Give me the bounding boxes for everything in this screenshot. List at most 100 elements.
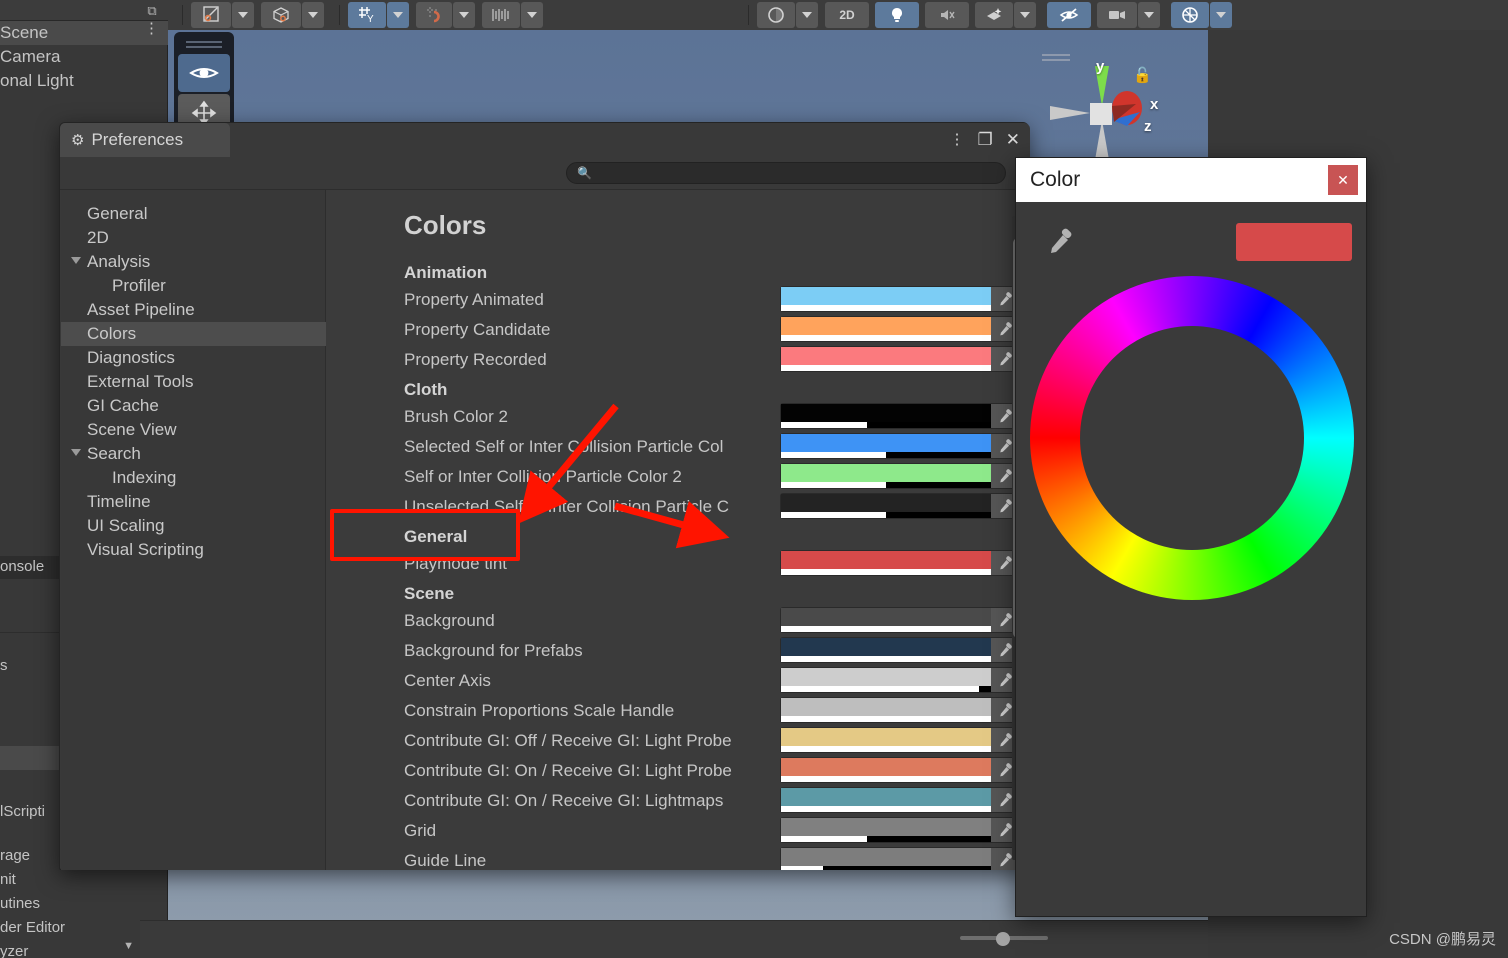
hue-wheel[interactable] [1030, 276, 1354, 600]
camera-settings[interactable] [1097, 2, 1137, 28]
sidebar-item-gi-cache[interactable]: GI Cache [61, 394, 326, 418]
hierarchy-item-scene[interactable]: Scene [0, 21, 168, 45]
sidebar-item-external-tools[interactable]: External Tools [61, 370, 326, 394]
sidebar-item-profiler[interactable]: Profiler [61, 274, 326, 298]
color-field[interactable] [780, 286, 1020, 312]
color-field[interactable] [780, 403, 1020, 429]
color-swatch[interactable] [781, 551, 992, 575]
sidebar-item-colors[interactable]: Colors [61, 322, 326, 346]
color-field[interactable] [780, 346, 1020, 372]
scene-fx-toggle[interactable] [975, 2, 1013, 28]
color-swatch[interactable] [781, 668, 992, 692]
sidebar-item-visual-scripting[interactable]: Visual Scripting [61, 538, 326, 562]
grid-snap-y-tool[interactable]: Y [348, 2, 386, 28]
increment-snap-tool[interactable] [482, 2, 520, 28]
sidebar-item-timeline[interactable]: Timeline [61, 490, 326, 514]
search-input[interactable]: 🔍 [566, 162, 1006, 184]
overlay-grip[interactable] [186, 41, 222, 43]
color-picker-window: Color ✕ RGB 0-255 R214G74B74A255 Hexadec… [1015, 157, 1367, 917]
pivot-rotation-tool[interactable] [191, 2, 231, 28]
scene-shading-dropdown[interactable] [796, 2, 818, 28]
list-item[interactable]: yzer [0, 940, 140, 958]
color-swatch[interactable] [781, 608, 992, 632]
tab-preferences[interactable]: ⚙ Preferences [60, 123, 230, 157]
color-swatch[interactable] [781, 818, 992, 842]
scene-fx-dropdown[interactable] [1014, 2, 1036, 28]
toggle-2d-view[interactable]: 2D [825, 2, 869, 28]
color-field[interactable] [780, 787, 1020, 813]
color-swatch[interactable] [781, 494, 992, 518]
color-field[interactable] [780, 550, 1020, 576]
handle-orientation-dropdown[interactable] [302, 2, 324, 28]
hierarchy-item-directional-light[interactable]: onal Light [0, 69, 168, 93]
list-item[interactable]: utines [0, 892, 140, 916]
zoom-slider-knob[interactable] [996, 932, 1010, 946]
magnet-snap-dropdown[interactable] [453, 2, 475, 28]
color-field[interactable] [780, 433, 1020, 459]
expand-icon[interactable]: ⧉ [142, 3, 162, 19]
sidebar-item-asset-pipeline[interactable]: Asset Pipeline [61, 298, 326, 322]
hierarchy-kebab-icon[interactable]: ⋮ [144, 21, 159, 36]
scene-audio-toggle[interactable] [925, 2, 969, 28]
list-item[interactable]: der Editor [0, 916, 140, 940]
color-swatch[interactable] [781, 434, 992, 458]
hierarchy-item-camera[interactable]: Camera [0, 45, 168, 69]
lock-icon[interactable]: 🔓 [1133, 66, 1152, 84]
color-field[interactable] [780, 316, 1020, 342]
color-field[interactable] [780, 757, 1020, 783]
sidebar-item-diagnostics[interactable]: Diagnostics [61, 346, 326, 370]
color-field[interactable] [780, 463, 1020, 489]
color-field[interactable] [780, 607, 1020, 633]
color-swatch[interactable] [781, 758, 992, 782]
sidebar-item-scene-view[interactable]: Scene View [61, 418, 326, 442]
color-swatch[interactable] [781, 347, 992, 371]
sidebar-item-search[interactable]: Search [61, 442, 326, 466]
grid-snap-dropdown[interactable] [387, 2, 409, 28]
scene-shading-tool[interactable] [757, 2, 795, 28]
gizmo-axis-y: y [1096, 58, 1105, 75]
color-swatch[interactable] [781, 788, 992, 812]
color-field[interactable] [780, 817, 1020, 843]
color-swatch[interactable] [781, 464, 992, 488]
console-tab[interactable]: onsole [0, 556, 60, 578]
increment-snap-dropdown[interactable] [521, 2, 543, 28]
kebab-menu-icon[interactable]: ⋮ [950, 132, 965, 147]
magnet-snap-tool[interactable] [416, 2, 452, 28]
close-icon[interactable]: ✕ [1328, 165, 1358, 195]
triangle-down-icon[interactable] [71, 449, 81, 456]
color-field[interactable] [780, 697, 1020, 723]
scene-gizmos-dropdown[interactable] [1210, 2, 1232, 28]
color-swatch[interactable] [781, 404, 992, 428]
color-swatch[interactable] [781, 287, 992, 311]
scene-lighting-toggle[interactable] [875, 2, 919, 28]
sidebar-item-ui-scaling[interactable]: UI Scaling [61, 514, 326, 538]
color-swatch[interactable] [781, 848, 992, 870]
scene-gizmos-toggle[interactable] [1171, 2, 1209, 28]
eye-visibility-icon[interactable] [178, 54, 230, 92]
color-row-label: Selected Self or Inter Collision Particl… [404, 437, 724, 456]
pivot-rotation-dropdown[interactable] [232, 2, 254, 28]
list-item[interactable]: nit [0, 868, 140, 892]
handle-orientation-tool[interactable] [261, 2, 301, 28]
color-swatch[interactable] [781, 317, 992, 341]
sidebar-item-general[interactable]: General [61, 202, 326, 226]
sidebar-item-analysis[interactable]: Analysis [61, 250, 326, 274]
sidebar-item-indexing[interactable]: Indexing [61, 466, 326, 490]
color-field[interactable] [780, 637, 1020, 663]
sidebar-item-2d[interactable]: 2D [61, 226, 326, 250]
scene-visibility-toggle[interactable] [1047, 2, 1091, 28]
triangle-down-icon[interactable] [71, 257, 81, 264]
color-field[interactable] [780, 493, 1020, 519]
color-field[interactable] [780, 727, 1020, 753]
color-field[interactable] [780, 847, 1020, 870]
eyedropper-icon[interactable] [1044, 225, 1078, 266]
close-icon[interactable]: ✕ [1006, 127, 1020, 153]
color-swatch[interactable] [781, 638, 992, 662]
camera-settings-dropdown[interactable] [1138, 2, 1160, 28]
color-swatch[interactable] [781, 698, 992, 722]
color-swatch[interactable] [781, 728, 992, 752]
maximize-icon[interactable]: ❐ [978, 127, 993, 153]
chevron-down-icon[interactable]: ▼ [123, 940, 134, 952]
color-preview[interactable] [1236, 223, 1352, 261]
color-field[interactable] [780, 667, 1020, 693]
